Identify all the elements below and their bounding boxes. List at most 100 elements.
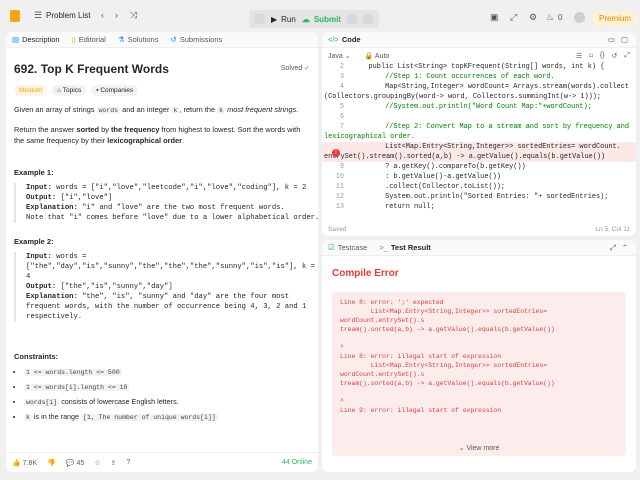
error-text: Line 8: error: ';' expected List<Map.Ent… (340, 299, 555, 414)
dislike-button[interactable]: 👎 (47, 459, 56, 467)
left-tabs: ▤ Description ▯ Editorial ⚗ Solutions ↺ Subm… (6, 32, 318, 48)
share-icon[interactable]: ⇪ (111, 459, 117, 467)
bookmark-icon[interactable]: ⌑ (589, 52, 593, 62)
companies-label: Companies (100, 87, 134, 94)
compile-error-heading: Compile Error (332, 268, 399, 279)
tab-description[interactable]: ▤ Description (12, 35, 60, 44)
edit-icon[interactable] (362, 14, 373, 24)
companies-badge[interactable]: ▪ Companies (91, 85, 139, 96)
tab-editorial[interactable]: ▯ Editorial (72, 35, 106, 44)
constraint-item: 1 <= words[i].length <= 10 (24, 382, 310, 391)
example-1-heading: Example 1: (14, 168, 54, 177)
next-problem-icon[interactable]: › (115, 11, 118, 20)
tag-icon: ⌂ (57, 87, 62, 94)
list-format-icon[interactable]: ☰ (576, 52, 582, 62)
saved-status: Saved (328, 225, 347, 233)
auto-label: Auto (374, 53, 390, 60)
submit-label: Submit (313, 14, 341, 24)
history-icon: ↺ (170, 35, 177, 44)
code-panel: </> Code ▭ ▢ Java ⌄ 🔒 Auto ☰ ⌑ {} ↺ ⤢ 2 p… (322, 32, 636, 236)
submit-button[interactable]: ☁ Submit (302, 15, 341, 24)
premium-button[interactable]: Premium (593, 11, 638, 26)
terminal-icon: >_ (379, 243, 388, 252)
checkbox-icon: ☑ (328, 243, 335, 252)
constraints-list: 1 <= words.length <= 500 1 <= words[i].l… (14, 367, 310, 421)
braces-icon[interactable]: {} (600, 52, 605, 62)
tab-solutions-label: Solutions (127, 35, 159, 44)
solved-status: Solved ✓ (281, 64, 310, 72)
maximize-icon[interactable]: ▢ (621, 35, 628, 44)
comments-button[interactable]: 💬 45 (66, 459, 84, 467)
constraint-item: 1 <= words.length <= 500 (24, 367, 310, 376)
help-icon[interactable]: ? (126, 459, 130, 466)
run-button[interactable]: ▶ Run (271, 15, 296, 24)
reset-icon[interactable]: ↺ (612, 52, 618, 62)
thumbs-up-icon: 👍 (12, 459, 21, 467)
book-icon: ▯ (71, 35, 76, 44)
online-count: 44 Online (282, 459, 312, 466)
collapse-result-icon[interactable]: ⌃ (622, 243, 628, 253)
topics-badge[interactable]: ⌂ Topics (52, 85, 87, 96)
description-para-2: Return the answer sorted by the frequenc… (14, 125, 301, 145)
problem-list-link[interactable]: Problem List (46, 11, 90, 20)
list-icon[interactable]: ☰ (34, 11, 42, 20)
code-toolbar: Java ⌄ 🔒 Auto ☰ ⌑ {} ↺ ⤢ (328, 52, 630, 62)
prev-problem-icon[interactable]: ‹ (101, 11, 104, 20)
expand-icon[interactable]: ⤢ (510, 13, 517, 22)
problem-list-label: Problem List (46, 11, 91, 20)
code-editor[interactable]: 2 public List<String> topKFrequent(Strin… (322, 62, 636, 222)
layout-icon[interactable]: ▣ (490, 13, 499, 22)
tab-solutions[interactable]: ⚗ Solutions (118, 35, 159, 44)
description-panel: ▤ Description ▯ Editorial ⚗ Solutions ↺ Subm… (6, 32, 318, 472)
language-select[interactable]: Java ⌄ (328, 52, 351, 62)
expand-result-icon[interactable]: ⤢ (610, 243, 616, 253)
description-footer: 👍 7.8K 👎 💬 45 ☆ ⇪ ? 44 Online (6, 452, 318, 472)
fullscreen-icon[interactable]: ⤢ (624, 52, 630, 62)
cursor-position: Ln 5, Col 11 (595, 225, 630, 233)
auto-complete-toggle[interactable]: 🔒 Auto (365, 52, 390, 62)
minimize-icon[interactable]: ▭ (608, 35, 615, 44)
error-output: Line 8: error: ';' expected List<Map.Ent… (332, 292, 626, 456)
debug-icon[interactable] (255, 14, 265, 24)
test-result-panel: ☑ Testcase >_ Test Result ⤢ ⌃ Compile Erro… (322, 240, 636, 472)
run-submit-group: ▶ Run ☁ Submit (249, 10, 379, 28)
comment-icon: 💬 (65, 459, 75, 467)
view-more-button[interactable]: ⌄ View more (332, 444, 626, 453)
tab-test-result-label: Test Result (390, 243, 431, 252)
premium-label: Premium (599, 14, 632, 23)
tab-submissions-label: Submissions (179, 35, 223, 44)
tab-testcase[interactable]: ☑ Testcase (328, 243, 367, 252)
leetcode-logo[interactable] (10, 10, 20, 22)
view-more-label: View more (466, 445, 500, 452)
example-2-heading: Example 2: (14, 237, 54, 246)
upload-icon: ☁ (301, 14, 310, 24)
settings-icon[interactable]: ⚙ (529, 13, 537, 22)
error-marker-icon[interactable]: ! (332, 149, 340, 157)
tab-submissions[interactable]: ↺ Submissions (170, 35, 222, 44)
lock-icon: ▪ (96, 87, 99, 94)
fire-icon[interactable]: ♨ (546, 13, 554, 22)
star-icon[interactable]: ☆ (94, 459, 100, 467)
tab-editorial-label: Editorial (78, 35, 106, 44)
run-label: Run (281, 14, 296, 24)
topics-label: Topics (62, 87, 82, 94)
shuffle-icon[interactable]: ⤨ (130, 11, 137, 20)
problem-title[interactable]: 692. Top K Frequent Words (14, 62, 310, 76)
check-circle-icon: ✓ (304, 65, 310, 72)
avatar[interactable] (574, 12, 585, 23)
chevron-down-icon: ⌄ (458, 445, 465, 452)
tab-code[interactable]: </> Code (328, 35, 361, 44)
like-button[interactable]: 👍 7.8K (12, 459, 37, 467)
flask-icon: ⚗ (117, 35, 125, 44)
document-icon: ▤ (12, 35, 20, 44)
tab-test-result[interactable]: >_ Test Result (379, 243, 430, 252)
tab-code-label: Code (341, 35, 361, 44)
difficulty-badge: Medium (14, 85, 48, 96)
language-label: Java (328, 53, 343, 60)
comment-count: 45 (76, 459, 85, 467)
notes-icon[interactable] (346, 14, 357, 24)
editor-status-bar: Saved Ln 5, Col 11 (322, 222, 636, 236)
tab-description-label: Description (22, 35, 60, 44)
code-header: </> Code ▭ ▢ (322, 32, 636, 48)
like-count: 7.8K (22, 459, 38, 467)
